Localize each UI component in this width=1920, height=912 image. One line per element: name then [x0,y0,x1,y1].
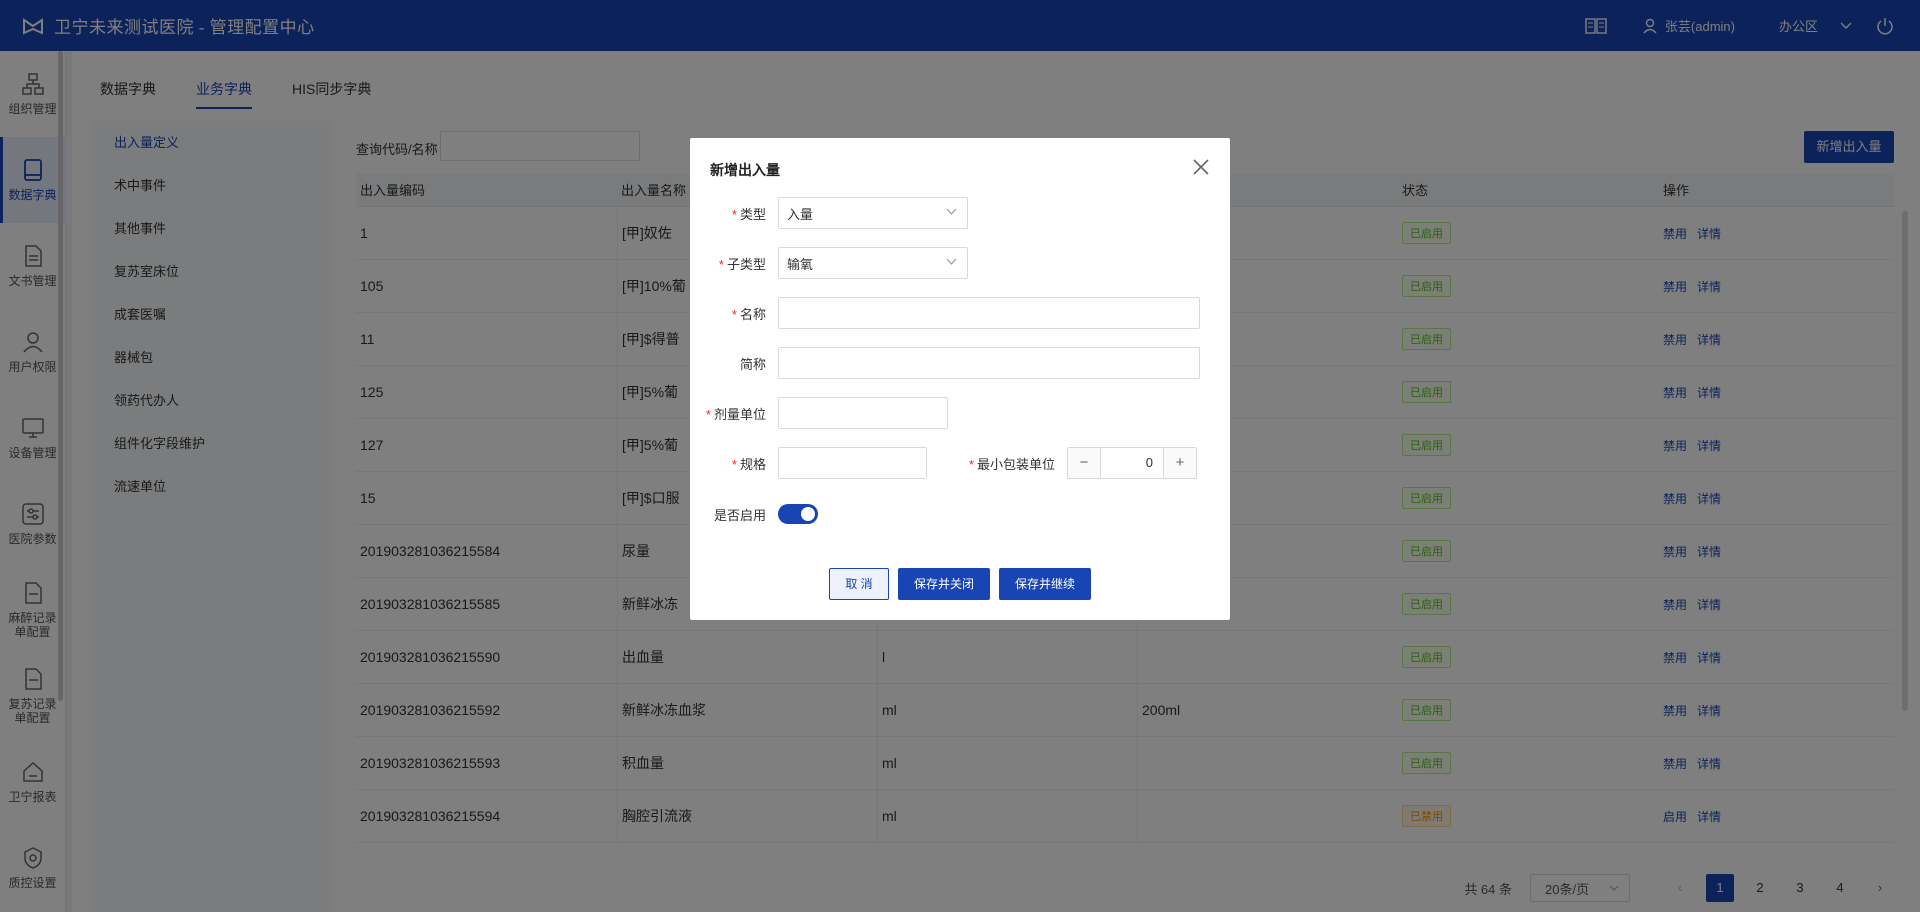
spec-input[interactable] [778,447,927,479]
save-and-close-button[interactable]: 保存并关闭 [898,568,990,600]
min-pack-stepper[interactable]: − 0 + [1067,447,1197,479]
cancel-button[interactable]: 取 消 [829,568,889,600]
type-select[interactable]: 入量 [778,197,968,229]
name-row: * 名称 [690,297,1200,329]
abbr-label: 简称 [739,356,766,372]
subtype-value: 输氧 [787,256,814,272]
abbr-row: 简称 [690,347,1200,379]
min-pack-label: * 最小包装单位 [968,456,1055,472]
chevron-down-icon [946,258,957,265]
type-label: * 类型 [731,206,766,222]
enabled-toggle[interactable] [778,504,818,524]
subtype-label: * 子类型 [718,256,766,272]
type-value: 入量 [787,206,814,222]
name-input[interactable] [778,297,1200,329]
add-intake-output-dialog: 新增出入量 * 类型 入量 * 子类型 输氧 * 名称 简称 * 剂量单位 * 规格 * 最… [690,138,1230,620]
subtype-select[interactable]: 输氧 [778,247,968,279]
min-pack-value[interactable]: 0 [1100,448,1164,478]
abbr-input[interactable] [778,347,1200,379]
subtype-row: * 子类型 输氧 [690,247,968,279]
close-icon[interactable] [1192,158,1210,176]
spec-label: * 规格 [731,456,766,472]
decrement-button[interactable]: − [1068,448,1100,478]
enabled-row: 是否启用 [690,504,818,524]
dose-unit-row: * 剂量单位 [690,397,948,429]
save-and-continue-button[interactable]: 保存并继续 [999,568,1091,600]
spec-row: * 规格 * 最小包装单位 − 0 + [690,447,1197,479]
name-label: * 名称 [731,306,766,322]
chevron-down-icon [946,208,957,215]
enabled-label: 是否启用 [713,507,766,523]
dose-unit-input[interactable] [778,397,948,429]
increment-button[interactable]: + [1164,448,1196,478]
dialog-title: 新增出入量 [710,162,780,178]
dose-unit-label: * 剂量单位 [705,406,766,422]
type-row: * 类型 入量 [690,197,968,229]
